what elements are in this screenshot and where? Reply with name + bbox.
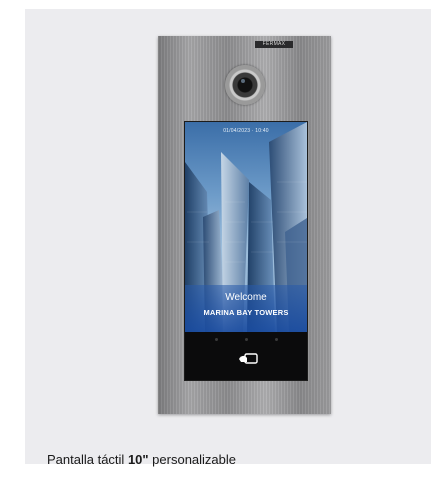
screen-indicator-bar xyxy=(185,337,307,343)
intercom-panel: FERMAX 01/04/2023 · 10:40 Welcome MARINA… xyxy=(158,36,331,414)
caption-size: 10" xyxy=(127,452,149,467)
indicator-dot xyxy=(215,338,218,341)
camera-lens-icon xyxy=(225,65,265,105)
caption-prefix: Pantalla táctil xyxy=(47,452,128,467)
indicator-dot xyxy=(275,338,278,341)
indicator-dot xyxy=(245,338,248,341)
screen-status-text: 01/04/2023 · 10:40 xyxy=(223,128,269,134)
brand-plate: FERMAX xyxy=(255,41,293,48)
card-reader-icon[interactable] xyxy=(238,350,258,366)
welcome-text: Welcome xyxy=(225,292,267,303)
product-caption: Pantalla táctil 10" personalizable xyxy=(47,452,236,467)
touch-screen[interactable]: 01/04/2023 · 10:40 Welcome MARINA BAY TO… xyxy=(184,121,308,381)
building-name: MARINA BAY TOWERS xyxy=(203,308,289,317)
caption-suffix: personalizable xyxy=(148,452,237,467)
